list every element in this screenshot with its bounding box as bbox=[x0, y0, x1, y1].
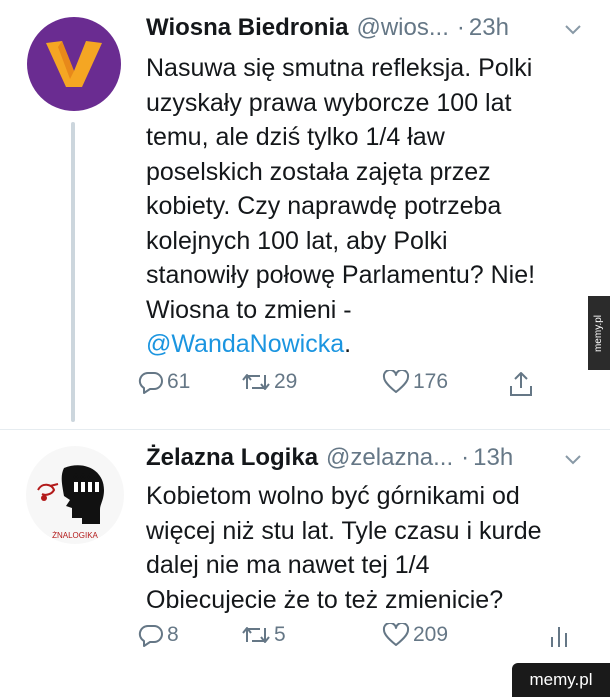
retweet-button[interactable]: 29 bbox=[241, 370, 297, 394]
reply-icon bbox=[138, 371, 163, 394]
retweet-icon bbox=[242, 627, 270, 643]
separator-dot: · bbox=[461, 444, 470, 471]
reply-button[interactable]: 8 bbox=[138, 623, 179, 647]
reply-count: 61 bbox=[167, 370, 191, 393]
retweet-button[interactable]: 5 bbox=[241, 623, 286, 647]
author-handle[interactable]: @wios... bbox=[356, 14, 448, 42]
tweet-time[interactable]: 13h bbox=[473, 444, 513, 472]
v-logo-icon bbox=[46, 41, 102, 87]
text-line: temu, ale dziś tylko 1/4 ław bbox=[146, 123, 445, 151]
analytics-icon bbox=[551, 627, 567, 647]
share-button[interactable] bbox=[508, 370, 534, 398]
text-line: Kobietom wolno być górnikami od bbox=[146, 482, 520, 510]
watermark-corner-text: memy.pl bbox=[529, 670, 593, 689]
mention-link[interactable]: @WandaNowicka bbox=[146, 330, 344, 358]
watermark-corner: memy.pl bbox=[512, 663, 610, 697]
retweet-count: 5 bbox=[274, 623, 286, 646]
retweet-icon bbox=[242, 374, 270, 390]
text-line: Obiecujecie że to też zmienicie? bbox=[146, 585, 504, 614]
separator-dot: · bbox=[456, 14, 465, 41]
tweet-zelazna-logika[interactable]: ŻNALOGIKA Żelazna Logika @zelazna... · 1… bbox=[0, 430, 610, 697]
like-icon bbox=[382, 370, 410, 393]
watermark-side-text: memy.pl bbox=[593, 314, 605, 352]
text-line: kolejnych 100 lat, aby Polki bbox=[146, 226, 448, 255]
text-line: dalej nie ma nawet tej 1/4 bbox=[146, 551, 430, 579]
like-icon bbox=[382, 623, 410, 646]
like-count: 176 bbox=[413, 370, 449, 393]
reply-count: 8 bbox=[167, 623, 179, 646]
tweet-actions: 8 5 209 bbox=[138, 623, 578, 657]
watermark-side: memy.pl bbox=[588, 296, 610, 370]
text-line: poselskich została zajęta przez bbox=[146, 157, 491, 186]
text-line: @WandaNowicka. bbox=[146, 327, 566, 362]
text-line: Nasuwa się smutna refleksja. Polki bbox=[146, 54, 533, 82]
tweet-text: Kobietom wolno być górnikami od więcej n… bbox=[146, 479, 566, 617]
tweet-wiosna[interactable]: Wiosna Biedronia @wios... · 23h Nasuwa s… bbox=[0, 0, 610, 430]
tweet-time[interactable]: 23h bbox=[469, 14, 509, 42]
reply-button[interactable]: 61 bbox=[138, 370, 190, 394]
tweet-text: Nasuwa się smutna refleksja. Polki uzysk… bbox=[146, 51, 566, 362]
like-count: 209 bbox=[413, 623, 449, 646]
tweet-header: Żelazna Logika @zelazna... · 13h bbox=[146, 444, 513, 472]
avatar[interactable]: ŻNALOGIKA bbox=[26, 446, 124, 544]
tweet-header: Wiosna Biedronia @wios... · 23h bbox=[146, 14, 509, 42]
author-name[interactable]: Wiosna Biedronia bbox=[146, 14, 348, 42]
share-icon bbox=[510, 372, 532, 396]
text-line: uzyskały prawa wyborcze 100 lat bbox=[146, 88, 512, 117]
text-line: Wiosna to zmieni - bbox=[146, 295, 352, 324]
tweet-actions: 61 29 176 bbox=[138, 370, 578, 404]
author-handle[interactable]: @zelazna... bbox=[326, 444, 453, 472]
svg-text:ŻNALOGIKA: ŻNALOGIKA bbox=[52, 531, 98, 540]
text-line: stanowiły połowę Parlamentu? Nie! bbox=[146, 261, 536, 289]
chevron-down-icon[interactable] bbox=[564, 24, 582, 36]
mention-suffix: . bbox=[344, 330, 352, 358]
text-line: kobiety. Czy naprawdę potrzeba bbox=[146, 192, 502, 220]
text-line: więcej niż stu lat. Tyle czasu i kurde bbox=[146, 516, 542, 545]
chevron-down-icon[interactable] bbox=[564, 454, 582, 466]
analytics-button[interactable] bbox=[548, 623, 570, 649]
thread-line bbox=[71, 122, 75, 422]
avatar[interactable] bbox=[27, 17, 121, 111]
retweet-count: 29 bbox=[274, 370, 298, 393]
reply-icon bbox=[138, 624, 163, 647]
head-logo-icon: ŻNALOGIKA bbox=[37, 465, 104, 540]
like-button[interactable]: 209 bbox=[382, 623, 448, 647]
author-name[interactable]: Żelazna Logika bbox=[146, 444, 318, 472]
like-button[interactable]: 176 bbox=[382, 370, 448, 394]
